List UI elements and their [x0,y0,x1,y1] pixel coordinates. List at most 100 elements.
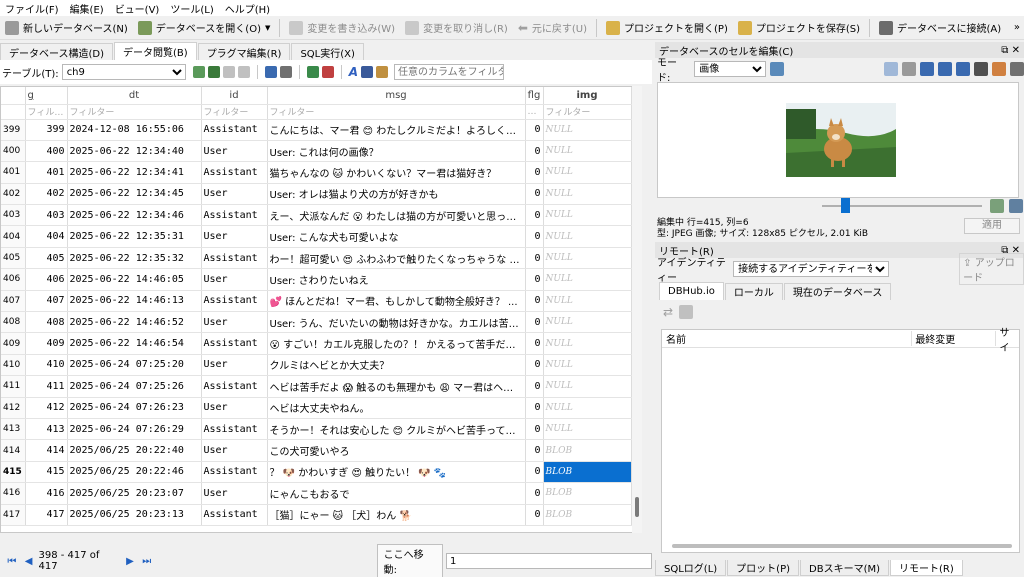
undo-button[interactable]: ⬅ 元に戻す(U) [513,17,592,39]
cell-img[interactable]: NULL [543,332,632,355]
tab-database-structure[interactable]: データベース構造(D) [0,43,114,60]
cell-g[interactable]: 412 [25,397,68,419]
cell-flg[interactable]: 0 [525,504,544,526]
image-settings-icon[interactable] [1009,199,1023,213]
cell-dt[interactable]: 2025-06-22 14:46:05 [67,268,202,291]
cell-img[interactable]: BLOB [543,482,632,505]
cell-msg[interactable]: User: こんな犬も可愛いよな [267,225,526,248]
cell-dt[interactable]: 2025-06-24 07:26:29 [67,418,202,441]
cell-img[interactable]: BLOB [543,504,632,526]
table-row[interactable]: 399 399 2024-12-08 16:55:06 Assistant こんにちは、… [1,119,632,141]
table-row[interactable]: 414 414 2025/06/25 20:22:40 User この犬可愛いやろ 0 BL… [1,439,632,462]
print-icon[interactable] [279,66,292,78]
cell-g[interactable]: 399 [25,119,68,141]
paint-icon[interactable] [375,66,388,78]
cell-img[interactable]: NULL [543,140,632,163]
cell-img[interactable]: NULL [543,119,632,141]
cell-dt[interactable]: 2025-06-22 12:34:46 [67,204,202,227]
cell-id[interactable]: Assistant [201,504,268,526]
cell-g[interactable]: 407 [25,290,68,313]
column-header-msg[interactable]: msg [267,87,526,105]
table-row[interactable]: 402 402 2025-06-22 12:34:45 User User: オレは猫よ… [1,183,632,206]
cell-flg[interactable]: 0 [525,247,544,270]
table-row[interactable]: 412 412 2025-06-24 07:26:23 User ヘビは大丈夫やねん。 0… [1,397,632,419]
cell-dt[interactable]: 2025-06-22 12:35:31 [67,225,202,248]
refresh-icon[interactable] [192,66,205,78]
menu-edit[interactable]: 編集(E) [65,1,110,16]
cell-msg[interactable]: User: オレは猫より犬の方が好きかも [267,183,526,206]
cell-msg[interactable]: そうかー！それは安心した 😊 クルミがヘビ苦手ってこと、... [267,418,526,441]
cell-dt[interactable]: 2025/06/25 20:23:07 [67,482,202,505]
menu-view[interactable]: ビュー(V) [110,1,166,16]
open-database-button[interactable]: データベースを開く(O) ▼ [133,17,276,39]
table-row[interactable]: 406 406 2025-06-22 14:46:05 User User: さわりたい… [1,268,632,291]
cell-id[interactable]: Assistant [201,332,268,355]
table-row[interactable]: 410 410 2025-06-24 07:25:20 User クルミはヘビとか大丈夫… [1,354,632,377]
cell-msg[interactable]: User: さわりたいねえ [267,268,526,291]
toolbar-overflow-icon[interactable]: » [1014,22,1024,33]
filter-input-msg[interactable]: フィルター [267,104,526,120]
cell-flg[interactable]: 0 [525,183,544,206]
tab-edit-pragmas[interactable]: プラグマ編集(R) [197,43,291,60]
font-icon[interactable]: A [349,65,358,79]
cell-msg[interactable]: User: これは何の画像？ [267,140,526,163]
cell-img[interactable]: NULL [543,225,632,248]
clear-icon[interactable] [992,62,1006,76]
cell-dt[interactable]: 2025-06-22 12:34:45 [67,183,202,206]
cell-id[interactable]: User [201,268,268,291]
write-changes-button[interactable]: 変更を書き込み(W) [284,17,400,39]
cell-msg[interactable]: こんにちは、マー君 😊 わたしクルミだよ！よろしくね 💕 [267,119,526,141]
cell-g[interactable]: 400 [25,140,68,163]
sort-icon[interactable] [207,66,220,78]
column-header-img[interactable]: img [543,87,632,105]
cell-dt[interactable]: 2025-06-22 12:34:40 [67,140,202,163]
table-row[interactable]: 413 413 2025-06-24 07:26:29 Assistant そうかー！そ… [1,418,632,441]
column-header-modified[interactable]: 最終変更 [912,331,997,346]
previous-record-icon[interactable]: ◀ [22,554,36,568]
tab-remote[interactable]: リモート(R) [890,560,963,576]
cell-msg[interactable]: えー、犬派なんだ 😮 わたしは猫の方が可愛いと思っちゃ... [267,204,526,227]
export-icon[interactable] [938,62,952,76]
cell-dt[interactable]: 2025-06-22 12:34:41 [67,161,202,184]
cell-g[interactable]: 402 [25,183,68,206]
cell-dt[interactable]: 2025/06/25 20:23:13 [67,504,202,526]
upload-button[interactable]: ⇪ アップロード [959,253,1024,285]
cell-msg[interactable]: 💕 ほんとだね！マー君、もしかして動物全般好き？ ... [267,290,526,313]
table-row[interactable]: 404 404 2025-06-22 12:35:31 User User: こんな犬も… [1,225,632,248]
column-header-id[interactable]: id [201,87,268,105]
goto-button[interactable]: ここへ移動: [376,544,443,577]
table-row[interactable]: 408 408 2025-06-22 14:46:52 User User: うん、だい… [1,311,632,334]
goto-input[interactable] [445,553,653,569]
cell-g[interactable]: 417 [25,504,68,526]
cell-g[interactable]: 406 [25,268,68,291]
cell-g[interactable]: 409 [25,332,68,355]
identity-select[interactable]: 接続するアイデンティティーを選択 [733,261,890,277]
open-external-icon[interactable] [974,62,988,76]
cell-msg[interactable]: この犬可愛いやろ [267,439,526,462]
new-database-button[interactable]: 新しいデータベース(N) [0,17,133,39]
cell-id[interactable]: Assistant [201,247,268,270]
format-icon[interactable] [360,66,373,78]
cell-flg[interactable]: 0 [525,354,544,377]
cell-msg[interactable]: ［猫］にゃー 🐱 ［犬］わん 🐕 [267,504,526,526]
apply-button[interactable]: 適用 [964,218,1020,234]
table-row[interactable]: 417 417 2025/06/25 20:23:13 Assistant ［猫］にゃー… [1,504,632,526]
filter-input-flg[interactable]: … [525,104,544,120]
next-record-icon[interactable]: ▶ [123,554,137,568]
clone-icon[interactable] [679,305,694,319]
sync-icon[interactable]: ⇄ [663,305,673,319]
cell-g[interactable]: 408 [25,311,68,334]
tab-plot[interactable]: プロット(P) [727,560,800,576]
filter-input-dt[interactable]: フィルター [67,104,202,120]
cell-dt[interactable]: 2025-06-22 14:46:52 [67,311,202,334]
cell-g[interactable]: 410 [25,354,68,377]
clear-sort-icon[interactable] [237,66,250,78]
cell-id[interactable]: User [201,140,268,163]
cell-dt[interactable]: 2025-06-22 14:46:54 [67,332,202,355]
cell-g[interactable]: 405 [25,247,68,270]
cell-id[interactable]: Assistant [201,119,268,141]
dock-float-close-icon[interactable]: ⧉ ✕ [1001,45,1020,56]
cell-msg[interactable]: ヘビは大丈夫やねん。 [267,397,526,419]
cell-img[interactable]: NULL [543,290,632,313]
cell-flg[interactable]: 0 [525,161,544,184]
